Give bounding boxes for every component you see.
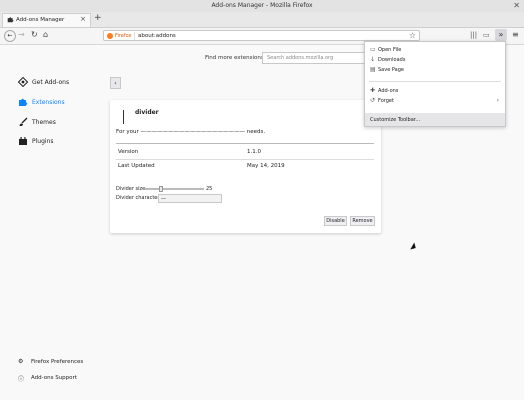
slider-thumb[interactable] <box>159 186 163 192</box>
tab-close-icon[interactable]: × <box>80 15 86 23</box>
history-icon: ↺ <box>370 97 376 104</box>
search-input[interactable]: Search addons.mozilla.org <box>262 52 368 64</box>
menu-item-label: Add-ons <box>378 88 399 94</box>
folder-icon: ▭ <box>370 46 376 53</box>
addon-detail-card: divider For your ——————————————————— nee… <box>110 100 381 233</box>
menu-item-label: Forget <box>378 98 394 104</box>
customize-toolbar-label: Customize Toolbar... <box>370 117 421 123</box>
brush-icon <box>19 117 28 126</box>
menu-item-label: Open File <box>378 47 402 53</box>
menu-item-label: Save Page <box>378 67 404 73</box>
remove-button[interactable]: Remove <box>350 216 375 226</box>
detail-value: May 14, 2019 <box>247 163 285 169</box>
sidebar-item-label: Get Add-ons <box>32 79 70 86</box>
addon-divider-icon <box>123 110 124 124</box>
menu-item-forget[interactable]: ↺ Forget › <box>369 97 503 106</box>
url-text[interactable]: about:addons <box>138 33 176 39</box>
divider-character-input[interactable]: — <box>158 194 222 203</box>
tab-label: Add-ons Manager <box>16 17 65 23</box>
sidebar-footer-label: Add-ons Support <box>31 375 77 381</box>
help-icon: ⓘ <box>18 376 25 383</box>
reload-icon[interactable]: ↻ <box>31 30 38 39</box>
gear-icon: ⚙ <box>18 358 24 365</box>
sidebar-item-label: Extensions <box>32 99 65 106</box>
tab-addons-manager[interactable]: Add-ons Manager × <box>2 13 91 27</box>
divider-character-label: Divider character <box>116 195 160 201</box>
overflow-menu-panel: ▭ Open File ↓ Downloads ▤ Save Page ✚ Ad… <box>364 41 506 127</box>
get-addons-icon <box>18 77 28 87</box>
puzzle-icon <box>19 98 28 106</box>
window-title: Add-ons Manager - Mozilla Firefox <box>211 2 313 9</box>
mouse-cursor-icon <box>410 242 418 252</box>
sidebar-toggle-icon[interactable]: ▭ <box>483 31 490 39</box>
plugin-icon <box>19 137 27 145</box>
window-close-icon[interactable]: ✕ <box>513 1 520 10</box>
back-button[interactable]: ‹ <box>110 77 121 89</box>
find-more-label: Find more extensions <box>205 55 264 61</box>
hamburger-menu-icon[interactable]: ≡ <box>512 30 519 39</box>
search-placeholder: Search addons.mozilla.org <box>267 55 334 61</box>
menu-item-addons[interactable]: ✚ Add-ons <box>369 87 503 96</box>
disable-button[interactable]: Disable <box>324 216 347 226</box>
divider-size-value: 25 <box>206 186 213 192</box>
divider-size-label: Divider size <box>116 186 146 192</box>
download-icon: ↓ <box>370 56 376 63</box>
customize-toolbar-button[interactable]: Customize Toolbar... <box>365 113 505 126</box>
menu-item-save-page[interactable]: ▤ Save Page <box>369 66 503 75</box>
addon-description: For your ——————————————————— needs. <box>116 129 266 135</box>
sidebar-footer-label: Firefox Preferences <box>31 359 84 365</box>
detail-key: Version <box>118 149 139 155</box>
forward-arrow-icon[interactable]: → <box>18 30 25 39</box>
puzzle-icon: ✚ <box>370 87 376 94</box>
detail-key: Last Updated <box>118 163 155 169</box>
menu-item-open-file[interactable]: ▭ Open File <box>369 46 503 55</box>
addon-name: divider <box>135 109 159 116</box>
home-icon[interactable]: ⌂ <box>43 30 48 39</box>
identity-label: Firefox <box>115 33 132 39</box>
sidebar-item-label: Themes <box>32 119 56 126</box>
menu-separator <box>369 81 501 82</box>
overflow-menu-chevron-icon[interactable]: » <box>495 29 507 41</box>
url-bar[interactable]: Firefox about:addons ☆ <box>103 30 420 41</box>
new-tab-plus-icon[interactable]: + <box>94 13 102 23</box>
detail-value: 1.1.0 <box>247 149 261 155</box>
chevron-right-icon: › <box>496 97 499 104</box>
url-separator <box>134 32 135 40</box>
divider-size-slider[interactable] <box>145 186 204 192</box>
save-icon: ▤ <box>370 66 376 73</box>
back-arrow-icon[interactable]: ← <box>4 29 16 42</box>
sidebar-item-label: Plugins <box>32 138 54 145</box>
menu-item-downloads[interactable]: ↓ Downloads <box>369 56 503 65</box>
detail-row-last-updated: Last Updated May 14, 2019 <box>116 158 374 173</box>
firefox-logo-icon <box>107 33 113 39</box>
library-icon[interactable]: ||| <box>470 31 477 39</box>
menu-item-label: Downloads <box>378 57 406 63</box>
bookmark-star-icon[interactable]: ☆ <box>409 31 416 40</box>
puzzle-icon <box>7 17 14 23</box>
